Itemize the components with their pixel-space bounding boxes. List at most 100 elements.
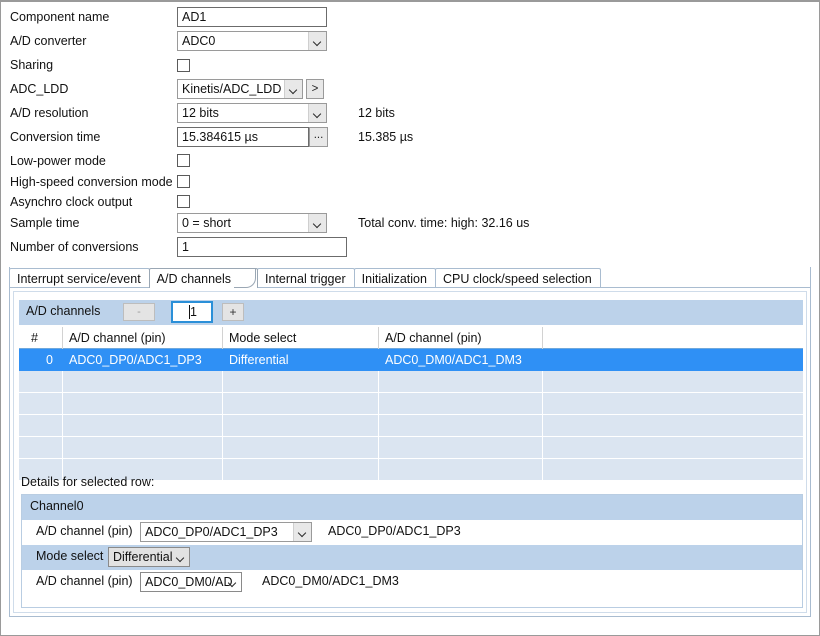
grid-cell-empty xyxy=(19,437,63,459)
tab-internal-trigger[interactable]: Internal trigger xyxy=(257,268,355,288)
details-channel-header: Channel0 xyxy=(22,495,802,520)
property-row-low-power-mode: Low-power mode xyxy=(1,149,819,170)
tab-strip: Interrupt service/event A/D channels Int… xyxy=(9,267,811,288)
grid-cell-empty xyxy=(379,415,543,437)
table-row[interactable] xyxy=(19,393,803,415)
properties-panel: Component name AD1 A/D converter ADC0 Sh… xyxy=(1,5,819,259)
details-channel-pin-2-combo[interactable]: ADC0_DM0/AD xyxy=(140,572,242,592)
remove-channel-button[interactable]: - xyxy=(123,303,155,321)
details-caption: Details for selected row: xyxy=(21,475,155,489)
grid-cell-empty xyxy=(63,437,223,459)
tab-initialization[interactable]: Initialization xyxy=(353,268,436,288)
sharing-checkbox[interactable] xyxy=(177,59,190,72)
ad-converter-value: ADC0 xyxy=(182,34,216,48)
add-channel-button[interactable]: + xyxy=(222,303,244,321)
grid-cell-empty xyxy=(19,393,63,415)
table-row[interactable] xyxy=(19,415,803,437)
details-label-mode-select: Mode select xyxy=(36,549,104,563)
chevron-down-icon[interactable] xyxy=(308,32,326,50)
grid-cell-empty xyxy=(223,371,379,393)
table-row[interactable] xyxy=(19,371,803,393)
high-speed-conversion-mode-checkbox[interactable] xyxy=(177,175,190,188)
chevron-down-icon[interactable] xyxy=(172,548,189,566)
chevron-down-icon[interactable] xyxy=(284,80,302,98)
field-adc-ldd: Kinetis/ADC_LDD > xyxy=(177,79,324,103)
grid-header-index: # xyxy=(19,327,63,349)
tab-cpu-clock-speed-selection[interactable]: CPU clock/speed selection xyxy=(434,268,601,288)
grid-cell-mode-select[interactable]: Differential xyxy=(223,349,379,371)
grid-cell-empty xyxy=(379,437,543,459)
details-channel-pin-1-value: ADC0_DP0/ADC1_DP3 xyxy=(145,525,278,539)
label-ad-converter: A/D converter xyxy=(10,34,87,48)
ad-converter-combo[interactable]: ADC0 xyxy=(177,31,327,51)
grid-cell-index: 0 xyxy=(46,353,53,367)
grid-cell-empty xyxy=(63,393,223,415)
details-mode-select-combo[interactable]: Differential xyxy=(108,547,190,567)
grid-cell-empty xyxy=(379,459,543,481)
chevron-down-icon[interactable] xyxy=(224,573,241,591)
grid-cell-channel-pin-1[interactable]: ADC0_DP0/ADC1_DP3 xyxy=(63,349,223,371)
grid-cell-empty xyxy=(543,393,803,415)
grid-header-channel-pin-2: A/D channel (pin) xyxy=(379,327,543,349)
grid-cell-empty xyxy=(543,415,803,437)
grid-cell-channel-pin-2[interactable]: ADC0_DM0/ADC1_DM3 xyxy=(379,349,543,371)
chevron-down-icon[interactable] xyxy=(308,104,326,122)
tab-ad-channels[interactable]: A/D channels xyxy=(148,268,259,288)
label-sample-time: Sample time xyxy=(10,216,80,230)
details-channel-pin-1-combo[interactable]: ADC0_DP0/ADC1_DP3 xyxy=(140,522,312,542)
grid-cell-empty xyxy=(543,371,803,393)
property-row-sample-time: Sample time 0 = short Total conv. time: … xyxy=(1,211,819,235)
tab-interrupt-service-event[interactable]: Interrupt service/event xyxy=(9,268,150,288)
sample-time-combo[interactable]: 0 = short xyxy=(177,213,327,233)
ad-channels-toolbar-label: A/D channels xyxy=(26,304,101,318)
property-row-component-name: Component name AD1 xyxy=(1,5,819,29)
table-row[interactable]: 0 ADC0_DP0/ADC1_DP3 Differential ADC0_DM… xyxy=(19,349,803,371)
label-sharing: Sharing xyxy=(10,58,54,72)
grid-cell-spacer xyxy=(543,349,803,371)
number-of-conversions-input[interactable]: 1 xyxy=(177,237,347,257)
table-row[interactable] xyxy=(19,437,803,459)
channel-count-input[interactable]: 1 xyxy=(171,301,213,323)
grid-cell-empty xyxy=(63,415,223,437)
chevron-down-icon[interactable] xyxy=(293,523,311,541)
property-row-sharing: Sharing xyxy=(1,53,819,77)
details-readout-channel-pin-2: ADC0_DM0/ADC1_DM3 xyxy=(262,574,399,588)
conversion-time-readout: 15.385 µs xyxy=(358,130,414,144)
grid-cell-empty xyxy=(379,393,543,415)
ad-resolution-combo[interactable]: 12 bits xyxy=(177,103,327,123)
conversion-time-input[interactable]: 15.384615 µs xyxy=(177,127,309,147)
adc-ldd-value: Kinetis/ADC_LDD xyxy=(182,82,282,96)
ad-channels-grid: # A/D channel (pin) Mode select A/D chan… xyxy=(19,327,803,481)
grid-cell-empty xyxy=(19,371,63,393)
details-row-channel-pin-1: A/D channel (pin) ADC0_DP0/ADC1_DP3 ADC0… xyxy=(22,520,802,545)
adc-component-properties-window: Component name AD1 A/D converter ADC0 Sh… xyxy=(0,0,820,636)
label-ad-resolution: A/D resolution xyxy=(10,106,89,120)
grid-cell-empty xyxy=(63,371,223,393)
label-conversion-time: Conversion time xyxy=(10,130,101,144)
grid-header-row: # A/D channel (pin) Mode select A/D chan… xyxy=(19,327,803,349)
grid-header-channel-pin-1: A/D channel (pin) xyxy=(63,327,223,349)
asynchro-clock-output-checkbox[interactable] xyxy=(177,195,190,208)
conversion-time-ellipsis-button[interactable]: ... xyxy=(309,127,328,147)
field-ad-resolution: 12 bits xyxy=(177,103,327,127)
label-number-of-conversions: Number of conversions xyxy=(10,240,139,254)
grid-header-mode-select: Mode select xyxy=(223,327,379,349)
ad-channels-toolbar: A/D channels - 1 + xyxy=(19,300,803,325)
grid-cell-empty xyxy=(223,393,379,415)
total-conversion-time-readout: Total conv. time: high: 32.16 us xyxy=(358,216,530,230)
component-name-input[interactable]: AD1 xyxy=(177,7,327,27)
field-component-name: AD1 xyxy=(177,7,327,31)
low-power-mode-checkbox[interactable] xyxy=(177,154,190,167)
details-panel: Channel0 A/D channel (pin) ADC0_DP0/ADC1… xyxy=(21,494,803,608)
details-channel-title: Channel0 xyxy=(30,499,84,513)
adc-ldd-combo[interactable]: Kinetis/ADC_LDD xyxy=(177,79,303,99)
chevron-down-icon[interactable] xyxy=(308,214,326,232)
details-readout-channel-pin-1: ADC0_DP0/ADC1_DP3 xyxy=(328,524,461,538)
property-row-ad-resolution: A/D resolution 12 bits 12 bits xyxy=(1,101,819,125)
property-row-asynchro-clock-output: Asynchro clock output xyxy=(1,190,819,211)
field-number-of-conversions: 1 xyxy=(177,237,347,261)
adc-ldd-goto-button[interactable]: > xyxy=(306,79,324,99)
grid-cell-empty xyxy=(223,459,379,481)
label-adc-ldd: ADC_LDD xyxy=(10,82,69,96)
ad-resolution-readout: 12 bits xyxy=(358,106,395,120)
